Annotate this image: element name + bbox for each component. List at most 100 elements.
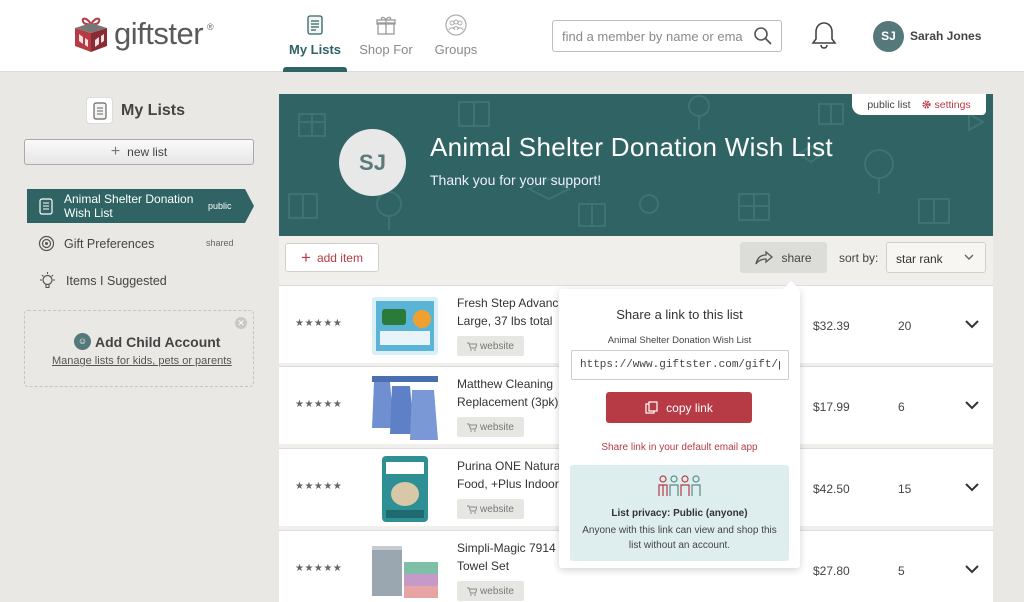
- group-icon: [445, 14, 467, 36]
- add-item-button[interactable]: + add item: [285, 243, 379, 272]
- website-button[interactable]: website: [457, 336, 524, 356]
- share-arrow-icon: [755, 250, 774, 264]
- add-child-account-panel: ☺ Add Child Account Manage lists for kid…: [24, 310, 254, 387]
- share-label: share: [781, 250, 812, 265]
- tab-groups[interactable]: Groups: [414, 14, 498, 57]
- item-name[interactable]: Fresh Step Advanc Large, 37 lbs total: [457, 294, 563, 330]
- tab-label: Shop For: [359, 42, 413, 57]
- member-search: [552, 20, 782, 52]
- lightbulb-icon: [40, 272, 55, 289]
- member-search-input[interactable]: [553, 21, 743, 51]
- close-icon[interactable]: ✕: [235, 317, 247, 329]
- manage-child-lists-link[interactable]: Manage lists for kids, pets or parents: [52, 355, 232, 367]
- cart-icon: [467, 423, 478, 432]
- star-rating[interactable]: ★★★★★: [295, 318, 342, 329]
- list-scroll-icon: [39, 198, 53, 215]
- chevron-down-icon[interactable]: [965, 400, 979, 410]
- website-button[interactable]: website: [457, 581, 524, 601]
- sidebar-item-gift-preferences[interactable]: Gift Preferences shared: [38, 235, 234, 252]
- star-rating[interactable]: ★★★★★: [295, 563, 342, 574]
- new-list-button[interactable]: + new list: [24, 139, 254, 165]
- cart-icon: [467, 587, 478, 596]
- star-rating[interactable]: ★★★★★: [295, 399, 342, 410]
- active-tab-indicator: [283, 67, 347, 72]
- product-image-cat-food: [368, 454, 442, 524]
- sidebar-title-label: My Lists: [121, 101, 186, 119]
- privacy-description: Anyone with this link can view and shop …: [582, 525, 777, 551]
- new-list-label: new list: [127, 145, 168, 159]
- item-price: $32.39: [813, 319, 850, 333]
- chevron-down-icon[interactable]: [965, 319, 979, 329]
- sidebar-item-label: Gift Preferences: [64, 236, 155, 251]
- user-avatar[interactable]: SJ: [873, 21, 904, 52]
- share-button[interactable]: share: [740, 242, 827, 273]
- product-image-mop-heads: [368, 372, 442, 442]
- plus-icon: +: [110, 143, 121, 160]
- list-scroll-icon: [86, 97, 113, 124]
- share-email-link[interactable]: Share link in your default email app: [559, 442, 800, 453]
- star-rating[interactable]: ★★★★★: [295, 481, 342, 492]
- sidebar-item-animal-shelter-list[interactable]: Animal Shelter Donation Wish List public: [27, 189, 254, 223]
- add-item-label: add item: [316, 250, 363, 265]
- logo-wordmark: giftster: [114, 16, 204, 51]
- privacy-label: public list: [867, 98, 911, 111]
- privacy-title: List privacy: Public (anyone): [611, 508, 748, 519]
- user-name[interactable]: Sarah Jones: [910, 29, 981, 43]
- sidebar-item-label: Items I Suggested: [66, 273, 167, 288]
- child-avatar-icon: ☺: [74, 333, 91, 350]
- product-image-cat-litter: [372, 297, 438, 355]
- share-popover: Share a link to this list Animal Shelter…: [559, 281, 800, 568]
- notification-bell-icon[interactable]: [810, 20, 838, 50]
- sidebar-item-tag: shared: [206, 238, 234, 248]
- sidebar-title: My Lists: [86, 97, 185, 124]
- copy-icon: [645, 401, 658, 414]
- item-name[interactable]: Matthew Cleaning Replacement (3pk): [457, 375, 563, 411]
- product-image-towel-set: [368, 536, 442, 602]
- copy-link-button[interactable]: copy link: [606, 392, 752, 423]
- chevron-down-icon[interactable]: [965, 564, 979, 574]
- gear-icon: [921, 100, 931, 109]
- cart-icon: [467, 505, 478, 514]
- add-child-account-button[interactable]: ☺ Add Child Account: [74, 333, 220, 350]
- website-button[interactable]: website: [457, 499, 524, 519]
- list-banner: SJ Animal Shelter Donation Wish List Tha…: [279, 94, 993, 236]
- settings-label: settings: [934, 98, 971, 111]
- sidebar-item-items-suggested[interactable]: Items I Suggested: [38, 271, 167, 290]
- tab-label: Groups: [434, 42, 478, 57]
- sort-select[interactable]: star rank: [886, 242, 986, 273]
- item-price: $17.99: [813, 400, 850, 414]
- chevron-down-icon: [964, 254, 974, 260]
- item-quantity: 20: [898, 319, 912, 333]
- share-list-name: Animal Shelter Donation Wish List: [607, 335, 752, 346]
- item-quantity: 5: [898, 564, 905, 578]
- sort-label: sort by:: [839, 251, 879, 265]
- people-group-icon: [658, 475, 701, 496]
- sidebar-item-label: Animal Shelter Donation Wish List: [64, 192, 194, 220]
- gift-icon: [376, 16, 396, 35]
- search-icon[interactable]: [753, 26, 773, 46]
- plus-icon: +: [301, 247, 311, 267]
- privacy-info-box: List privacy: Public (anyone) Anyone wit…: [570, 465, 789, 561]
- sidebar-item-tag: public: [208, 201, 232, 211]
- share-url-field[interactable]: [571, 350, 789, 380]
- sort-value: star rank: [896, 252, 943, 266]
- chevron-down-icon[interactable]: [965, 482, 979, 492]
- website-button[interactable]: website: [457, 417, 524, 437]
- item-quantity: 6: [898, 400, 905, 414]
- settings-button[interactable]: settings: [921, 99, 971, 111]
- share-popover-heading: Share a link to this list: [616, 307, 743, 322]
- copy-link-label: copy link: [666, 400, 713, 415]
- giftster-logo[interactable]: giftster ®: [72, 14, 214, 54]
- list-title: Animal Shelter Donation Wish List: [430, 132, 833, 162]
- list-privacy-settings-tab: public list settings: [852, 94, 986, 115]
- item-price: $27.80: [813, 564, 850, 578]
- list-subtitle: Thank you for your support!: [430, 172, 602, 188]
- tab-label: My Lists: [288, 42, 341, 57]
- item-name[interactable]: Simpli-Magic 7914 Towel Set: [457, 539, 563, 575]
- add-child-label: Add Child Account: [95, 333, 221, 350]
- item-quantity: 15: [898, 482, 912, 496]
- list-owner-avatar: SJ: [339, 129, 406, 196]
- item-name[interactable]: Purina ONE Natura Food, +Plus Indoor: [457, 457, 563, 493]
- target-icon: [38, 235, 55, 252]
- gift-box-logo-icon: [75, 17, 107, 52]
